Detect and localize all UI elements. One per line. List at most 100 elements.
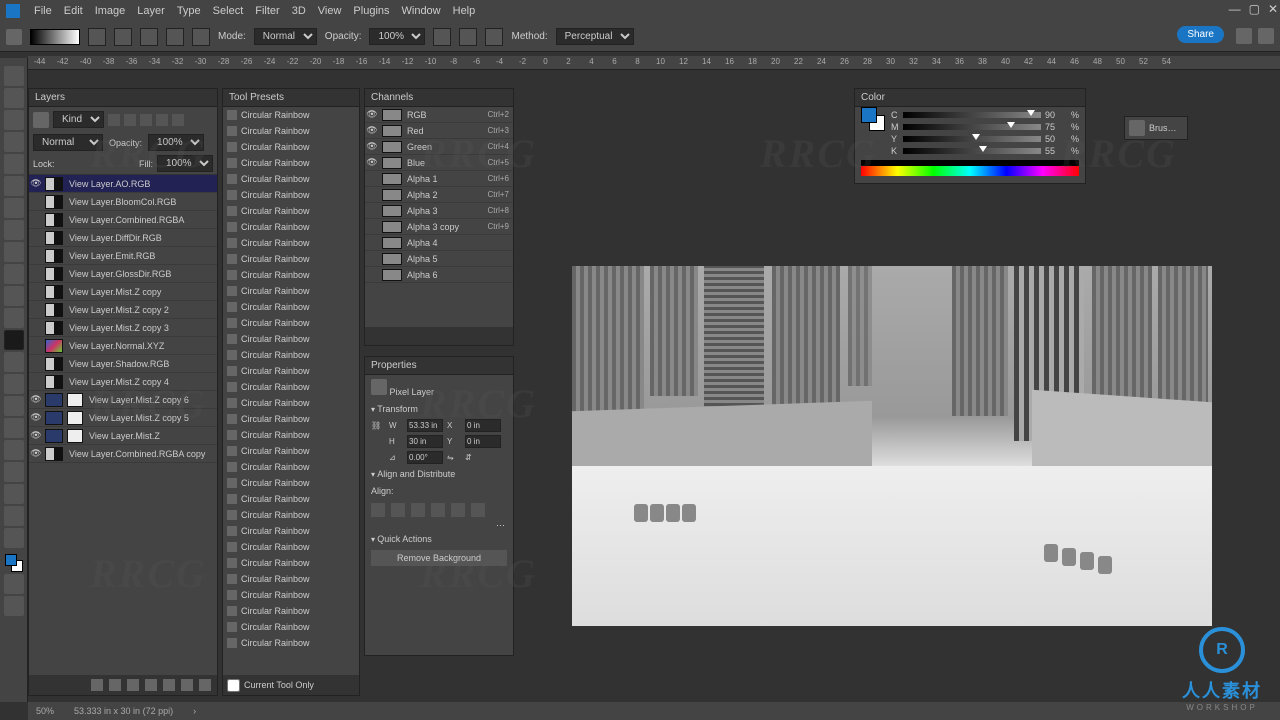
layer-thumbnail[interactable] <box>45 429 63 443</box>
fill-select[interactable]: 100% <box>157 155 213 172</box>
menu-type[interactable]: Type <box>177 5 201 17</box>
group-icon[interactable] <box>163 679 175 691</box>
angle-input[interactable] <box>407 451 443 464</box>
eraser-tool-icon[interactable] <box>4 308 24 328</box>
layer-thumbnail[interactable] <box>45 447 63 461</box>
align-bottom-icon[interactable] <box>471 503 485 517</box>
preset-row[interactable]: Circular Rainbow <box>223 539 359 555</box>
preset-row[interactable]: Circular Rainbow <box>223 427 359 443</box>
preset-row[interactable]: Circular Rainbow <box>223 395 359 411</box>
frame-tool-icon[interactable] <box>4 176 24 196</box>
transparency-icon[interactable] <box>485 28 503 46</box>
channel-row[interactable]: Alpha 5 <box>365 251 513 267</box>
layer-thumbnail[interactable] <box>45 339 63 353</box>
layer-thumbnail[interactable] <box>45 249 63 263</box>
align-hcenter-icon[interactable] <box>391 503 405 517</box>
layer-mask-thumbnail[interactable] <box>67 429 83 443</box>
preset-row[interactable]: Circular Rainbow <box>223 491 359 507</box>
menu-plugins[interactable]: Plugins <box>353 5 389 17</box>
y-input[interactable] <box>465 435 501 448</box>
edit-toolbar-icon[interactable] <box>4 528 24 548</box>
menu-filter[interactable]: Filter <box>255 5 279 17</box>
trash-icon[interactable] <box>199 679 211 691</box>
diamond-gradient-icon[interactable] <box>192 28 210 46</box>
layer-row[interactable]: View Layer.Combined.RGBA <box>29 211 217 229</box>
align-left-icon[interactable] <box>371 503 385 517</box>
channel-row[interactable]: Alpha 1Ctrl+6 <box>365 171 513 187</box>
screenmode-icon[interactable] <box>4 596 24 616</box>
layer-row[interactable]: View Layer.GlossDir.RGB <box>29 265 217 283</box>
preset-row[interactable]: Circular Rainbow <box>223 603 359 619</box>
layer-row[interactable]: View Layer.DiffDir.RGB <box>29 229 217 247</box>
layer-row[interactable]: 👁View Layer.Mist.Z copy 6 <box>29 391 217 409</box>
channel-row[interactable]: Alpha 2Ctrl+7 <box>365 187 513 203</box>
preset-row[interactable]: Circular Rainbow <box>223 139 359 155</box>
preset-row[interactable]: Circular Rainbow <box>223 555 359 571</box>
layer-thumbnail[interactable] <box>45 285 63 299</box>
preset-row[interactable]: Circular Rainbow <box>223 635 359 651</box>
color-swatches[interactable] <box>5 554 23 572</box>
preset-row[interactable]: Circular Rainbow <box>223 171 359 187</box>
layer-opacity-select[interactable]: 100% <box>148 134 204 151</box>
search-icon[interactable] <box>1236 28 1252 44</box>
channel-row[interactable]: 👁BlueCtrl+5 <box>365 155 513 171</box>
pen-tool-icon[interactable] <box>4 396 24 416</box>
menu-window[interactable]: Window <box>402 5 441 17</box>
k-slider[interactable] <box>903 148 1041 154</box>
preset-row[interactable]: Circular Rainbow <box>223 379 359 395</box>
preset-row[interactable]: Circular Rainbow <box>223 155 359 171</box>
new-layer-icon[interactable] <box>181 679 193 691</box>
minimize-icon[interactable]: — <box>1229 2 1241 16</box>
channel-row[interactable]: 👁RedCtrl+3 <box>365 123 513 139</box>
dodge-tool-icon[interactable] <box>4 374 24 394</box>
layer-row[interactable]: 👁View Layer.Combined.RGBA copy <box>29 445 217 463</box>
shape-tool-icon[interactable] <box>4 462 24 482</box>
align-header[interactable]: Align and Distribute <box>365 466 513 482</box>
channel-row[interactable]: Alpha 6 <box>365 267 513 283</box>
layer-thumbnail[interactable] <box>45 177 63 191</box>
layer-thumbnail[interactable] <box>45 303 63 317</box>
filter-shape-icon[interactable] <box>156 114 168 126</box>
height-input[interactable] <box>407 435 443 448</box>
preset-row[interactable]: Circular Rainbow <box>223 459 359 475</box>
layer-thumbnail[interactable] <box>45 213 63 227</box>
color-spectrum[interactable] <box>861 160 1079 176</box>
layer-thumbnail[interactable] <box>45 375 63 389</box>
wand-tool-icon[interactable] <box>4 132 24 152</box>
visibility-icon[interactable]: 👁 <box>365 157 379 168</box>
visibility-icon[interactable]: 👁 <box>29 394 43 405</box>
layer-thumbnail[interactable] <box>45 267 63 281</box>
preset-row[interactable]: Circular Rainbow <box>223 251 359 267</box>
filter-kind-select[interactable]: Kind <box>53 111 104 128</box>
width-input[interactable] <box>407 419 443 432</box>
layer-row[interactable]: View Layer.Mist.Z copy 3 <box>29 319 217 337</box>
quick-actions-header[interactable]: Quick Actions <box>365 531 513 547</box>
m-slider[interactable] <box>903 124 1041 130</box>
layer-thumbnail[interactable] <box>45 321 63 335</box>
preset-row[interactable]: Circular Rainbow <box>223 587 359 603</box>
layer-thumbnail[interactable] <box>45 357 63 371</box>
marquee-tool-icon[interactable] <box>4 88 24 108</box>
chevron-right-icon[interactable]: › <box>193 706 196 716</box>
workspace-icon[interactable] <box>1258 28 1274 44</box>
preset-row[interactable]: Circular Rainbow <box>223 107 359 123</box>
blend-mode-select[interactable]: Normal <box>33 134 103 151</box>
linear-gradient-icon[interactable] <box>88 28 106 46</box>
blur-tool-icon[interactable] <box>4 352 24 372</box>
preset-row[interactable]: Circular Rainbow <box>223 267 359 283</box>
filter-adjust-icon[interactable] <box>124 114 136 126</box>
quickmask-icon[interactable] <box>4 574 24 594</box>
type-tool-icon[interactable] <box>4 418 24 438</box>
channel-row[interactable]: Alpha 3 copyCtrl+9 <box>365 219 513 235</box>
c-slider[interactable] <box>903 112 1041 118</box>
visibility-icon[interactable]: 👁 <box>29 430 43 441</box>
lasso-tool-icon[interactable] <box>4 110 24 130</box>
menu-image[interactable]: Image <box>95 5 126 17</box>
visibility-icon[interactable]: 👁 <box>29 412 43 423</box>
preset-row[interactable]: Circular Rainbow <box>223 443 359 459</box>
layer-thumbnail[interactable] <box>45 231 63 245</box>
more-icon[interactable]: ⋯ <box>365 520 513 531</box>
method-select[interactable]: Perceptual <box>556 28 634 45</box>
radial-gradient-icon[interactable] <box>114 28 132 46</box>
preset-row[interactable]: Circular Rainbow <box>223 299 359 315</box>
